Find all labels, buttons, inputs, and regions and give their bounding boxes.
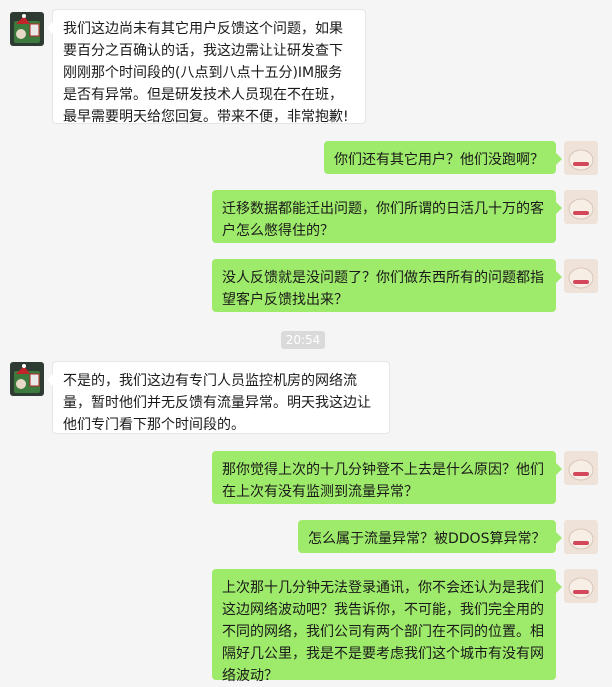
message-text: 没人反馈就是没问题了？你们做东西所有的问题都指望客户反馈找出来？ [222, 270, 544, 308]
avatar-self[interactable] [564, 141, 598, 175]
avatar-self[interactable] [564, 451, 598, 485]
self-avatar-icon [564, 451, 598, 485]
self-avatar-icon [564, 569, 598, 603]
message-bubble[interactable]: 上次那十几分钟无法登录通讯，你不会还认为是我们这边网络波动吧？我告诉你，不可能，… [212, 569, 562, 684]
support-avatar-icon [10, 12, 44, 46]
self-avatar-icon [564, 141, 598, 175]
message-bubble[interactable]: 没人反馈就是没问题了？你们做东西所有的问题都指望客户反馈找出来？ [212, 259, 562, 312]
timestamp-divider: 20:54 [281, 331, 325, 349]
message-text: 怎么属于流量异常？被DDOS算异常？ [308, 531, 546, 547]
message-bubble[interactable]: 不是的，我们这边有专门人员监控机房的网络流量，暂时他们并无反馈有流量异常。明天我… [47, 361, 390, 434]
message-bubble[interactable]: 我们这边尚未有其它用户反馈这个问题，如果要百分之百确认的话，我这边需让让研发查下… [47, 9, 366, 125]
avatar-self[interactable] [564, 569, 598, 603]
avatar-self[interactable] [564, 520, 598, 554]
message-bubble[interactable]: 你们还有其它用户？他们没跑啊？ [324, 141, 562, 174]
support-avatar-icon [10, 362, 44, 396]
message-bubble[interactable]: 那你觉得上次的十几分钟登不上去是什么原因？他们在上次有没有监测到流量异常？ [212, 451, 562, 504]
avatar-self[interactable] [564, 190, 598, 224]
message-text: 上次那十几分钟无法登录通讯，你不会还认为是我们这边网络波动吧？我告诉你，不可能，… [222, 580, 544, 684]
avatar-self[interactable] [564, 259, 598, 293]
self-avatar-icon [564, 190, 598, 224]
message-text: 不是的，我们这边有专门人员监控机房的网络流量，暂时他们并无反馈有流量异常。明天我… [63, 373, 371, 433]
message-bubble[interactable]: 怎么属于流量异常？被DDOS算异常？ [298, 520, 562, 553]
self-avatar-icon [564, 259, 598, 293]
message-text: 迁移数据都能迁出问题，你们所谓的日活几十万的客户怎么憋得住的？ [222, 201, 544, 239]
message-text: 你们还有其它用户？他们没跑啊？ [334, 152, 544, 168]
avatar-support[interactable] [10, 362, 44, 396]
self-avatar-icon [564, 520, 598, 554]
avatar-support[interactable] [10, 12, 44, 46]
message-bubble[interactable]: 迁移数据都能迁出问题，你们所谓的日活几十万的客户怎么憋得住的？ [212, 190, 562, 243]
chat-window: 我们这边尚未有其它用户反馈这个问题，如果要百分之百确认的话，我这边需让让研发查下… [0, 0, 612, 686]
message-text: 那你觉得上次的十几分钟登不上去是什么原因？他们在上次有没有监测到流量异常？ [222, 462, 544, 500]
message-text: 我们这边尚未有其它用户反馈这个问题，如果要百分之百确认的话，我这边需让让研发查下… [63, 21, 349, 125]
